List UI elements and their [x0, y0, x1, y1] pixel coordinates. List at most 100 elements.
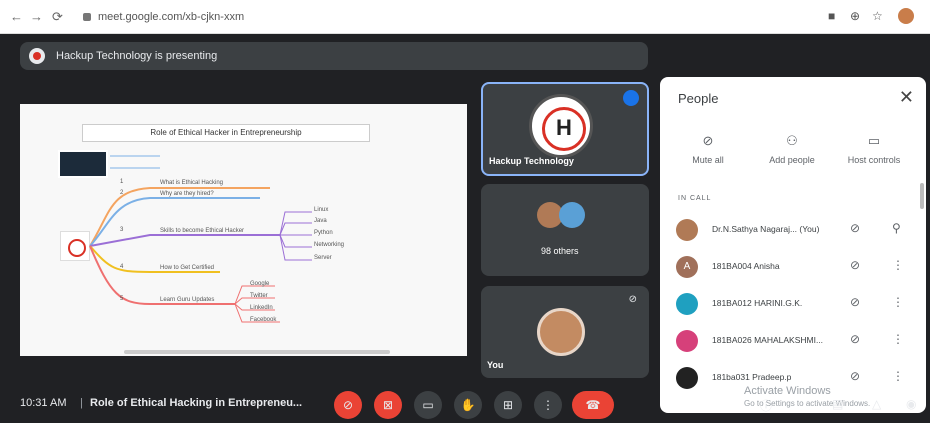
activities-icon[interactable]: △	[872, 397, 881, 411]
participant-row[interactable]: 181BA012 HARINI.G.K. ⊘ ⋮	[660, 287, 926, 321]
participant-avatar	[676, 293, 698, 315]
more-options-icon[interactable]: ⋮	[892, 258, 904, 272]
presentation-stage: Role of Ethical Hacker in Entrepreneursh…	[20, 104, 467, 356]
activation-watermark: Activate Windows	[744, 385, 831, 397]
others-count: 98 others	[541, 246, 579, 256]
presenting-banner: Hackup Technology is presenting	[20, 42, 648, 70]
mindmap-number: 2	[120, 190, 124, 196]
participant-row[interactable]: Dr.N.Sathya Nagaraj... (You) ⊘ ⚲	[660, 213, 926, 247]
hackup-logo	[529, 94, 593, 158]
presenting-text: Hackup Technology is presenting	[56, 50, 218, 62]
more-options-button[interactable]: ⋮	[534, 391, 562, 419]
address-bar[interactable]: meet.google.com/xb-cjkn-xxm	[80, 7, 800, 27]
participant-row[interactable]: 181BA026 MAHALAKSHMI... ⊘ ⋮	[660, 324, 926, 358]
mindmap-leaf: Google	[250, 281, 270, 287]
pin-icon[interactable]: ⚲	[892, 221, 901, 235]
separator: |	[80, 397, 83, 409]
more-options-icon[interactable]: ⋮	[892, 369, 904, 383]
forward-icon[interactable]: →	[30, 9, 43, 24]
zoom-icon[interactable]: ⊕	[850, 9, 860, 23]
mindmap-leaf: Server	[314, 255, 332, 261]
participant-name: 181BA012 HARINI.G.K.	[712, 298, 803, 308]
panel-title: People	[678, 91, 719, 106]
mindmap-number: 3	[120, 227, 124, 233]
browser-chrome: ← → ⟳ meet.google.com/xb-cjkn-xxm ■ ⊕ ☆	[0, 0, 930, 34]
host-controls-button[interactable]: ▭ Host controls	[832, 133, 916, 165]
add-people-button[interactable]: ⚇ Add people	[750, 133, 834, 165]
raise-hand-button[interactable]: ✋	[454, 391, 482, 419]
more-options-icon[interactable]: ⋮	[892, 332, 904, 346]
mindmap-branch: Why are they hired?	[160, 191, 214, 197]
mic-off-icon[interactable]: ⊘	[850, 221, 860, 235]
mindmap-leaf: LinkedIn	[250, 305, 273, 311]
mindmap-branch: Learn Guru Updates	[160, 297, 215, 303]
speaking-indicator-icon	[623, 90, 639, 106]
mindmap-leaf: Java	[314, 218, 327, 224]
captions-button[interactable]: ▭	[414, 391, 442, 419]
mindmap-leaf: Networking	[314, 242, 345, 248]
mindmap-leaf: Facebook	[250, 317, 277, 323]
reload-icon[interactable]: ⟳	[52, 9, 63, 25]
more-options-icon[interactable]: ⋮	[892, 295, 904, 309]
mic-off-icon[interactable]: ⊘	[850, 369, 860, 383]
url-text: meet.google.com/xb-cjkn-xxm	[98, 11, 245, 23]
mute-all-label: Mute all	[692, 155, 724, 165]
star-icon[interactable]: ☆	[872, 9, 883, 23]
mindmap-branch: Skills to become Ethical Hacker	[160, 228, 245, 234]
mute-all-icon: ⊘	[702, 133, 714, 148]
self-tile[interactable]: ⊘ You	[481, 286, 649, 378]
mic-off-icon[interactable]: ⊘	[850, 295, 860, 309]
mindmap-branch: How to Get Certified	[160, 265, 215, 271]
host-controls-label: Host controls	[847, 155, 901, 165]
bottom-bar: 10:31 AM | Role of Ethical Hacking in En…	[0, 385, 930, 423]
present-button[interactable]: ⊞	[494, 391, 522, 419]
self-label: You	[487, 360, 504, 370]
participant-name: 181BA026 MAHALAKSHMI...	[712, 335, 824, 345]
participant-name: 181ba031 Pradeep.p	[712, 372, 792, 382]
mute-all-button[interactable]: ⊘ Mute all	[666, 133, 750, 165]
participant-avatar	[676, 330, 698, 352]
participant-name: Dr.N.Sathya Nagaraj... (You)	[712, 224, 820, 234]
lock-icon[interactable]: ◉	[906, 397, 916, 411]
mic-off-icon[interactable]: ⊘	[850, 332, 860, 346]
meeting-title: Role of Ethical Hacking in Entrepreneu..…	[90, 397, 303, 409]
mindmap-number: 4	[120, 264, 124, 270]
mindmap-leaf: Linux	[314, 207, 329, 213]
participant-name: 181BA004 Anisha	[712, 261, 780, 271]
presenter-name: Hackup Technology	[489, 156, 574, 166]
mindmap-number: 5	[120, 296, 124, 302]
camera-toggle-button[interactable]: ⊠	[374, 391, 402, 419]
mindmap-leaf: Python	[314, 230, 333, 236]
present-icon	[29, 48, 45, 64]
mic-toggle-button[interactable]: ⊘	[334, 391, 362, 419]
participant-avatar	[676, 219, 698, 241]
host-controls-icon: ▭	[867, 133, 881, 148]
chat-icon[interactable]: ▤	[832, 397, 843, 411]
info-icon[interactable]: ⓘ	[760, 397, 772, 414]
mindmap-branch: What is Ethical Hacking	[160, 180, 224, 186]
add-person-icon: ⚇	[786, 133, 798, 148]
meeting-clock: 10:31 AM	[20, 397, 67, 409]
profile-avatar[interactable]	[898, 8, 914, 24]
participant-avatar	[559, 202, 585, 228]
back-icon[interactable]: ←	[10, 9, 23, 24]
participant-row[interactable]: A 181BA004 Anisha ⊘ ⋮	[660, 250, 926, 284]
presenter-tile[interactable]: Hackup Technology	[481, 82, 649, 176]
lock-icon	[83, 13, 91, 21]
meet-area: Hackup Technology is presenting Role of …	[0, 34, 930, 423]
mindmap-leaf: Twitter	[250, 293, 268, 299]
in-call-header: IN CALL	[678, 195, 712, 202]
people-panel: People ✕ ⊘ Mute all ⚇ Add people ▭ Host …	[660, 77, 926, 413]
participant-avatar: A	[676, 256, 698, 278]
slide-scrollbar[interactable]	[124, 350, 390, 354]
self-avatar	[537, 308, 585, 356]
mic-off-icon[interactable]: ⊘	[850, 258, 860, 272]
others-tile[interactable]: 98 others	[481, 184, 649, 276]
end-call-button[interactable]: ☎	[572, 391, 614, 419]
add-people-label: Add people	[769, 155, 815, 165]
panel-scrollbar[interactable]	[920, 183, 924, 209]
camera-icon[interactable]: ■	[828, 9, 835, 23]
mindmap-number: 1	[120, 179, 124, 185]
mic-off-icon: ⊘	[628, 294, 637, 305]
close-icon[interactable]: ✕	[899, 87, 914, 108]
